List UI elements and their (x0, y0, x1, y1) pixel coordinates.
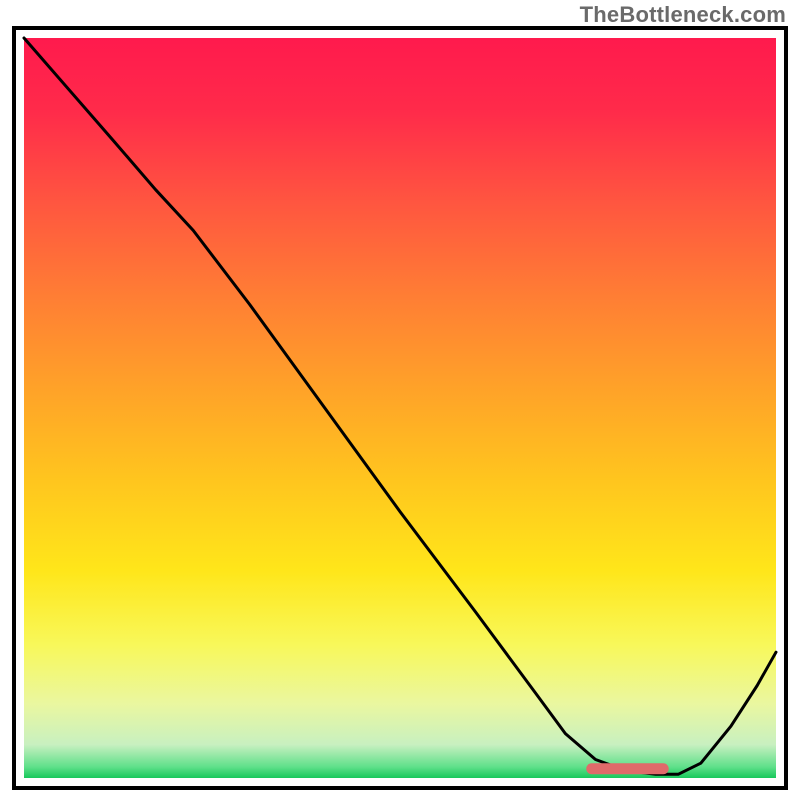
bottleneck-chart (0, 0, 800, 800)
plot-background (24, 38, 776, 778)
